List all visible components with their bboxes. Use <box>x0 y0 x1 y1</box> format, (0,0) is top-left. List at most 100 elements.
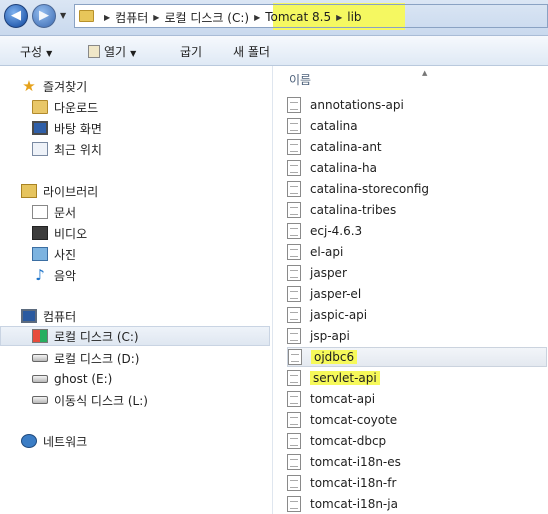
nav-item-label: 사진 <box>54 247 77 262</box>
chevron-right-icon[interactable]: ▶ <box>104 13 110 22</box>
jar-file-icon <box>287 286 301 302</box>
chevron-down-icon: ▼ <box>46 49 53 58</box>
file-name: jasper <box>310 266 347 280</box>
file-name: tomcat-api <box>310 392 376 406</box>
file-row[interactable]: jasper <box>287 263 547 283</box>
file-name: catalina-tribes <box>310 203 397 217</box>
burn-label: 굽기 <box>180 45 203 59</box>
breadcrumb: ▶ 컴퓨터 ▶ 로컬 디스크 (C:) ▶ Tomcat 8.5 ▶ lib <box>99 8 362 26</box>
nav-favorites[interactable]: ★ 즐겨찾기 <box>21 76 293 96</box>
jar-file-icon <box>287 475 301 491</box>
file-row[interactable]: jasper-el <box>287 284 547 304</box>
file-row[interactable]: catalina-ha <box>287 158 547 178</box>
nav-item-documents[interactable]: 문서 <box>32 202 304 222</box>
nav-item-pictures[interactable]: 사진 <box>32 244 304 264</box>
open-button[interactable]: 열기 ▼ <box>88 43 136 60</box>
nav-network-label: 네트워크 <box>43 434 88 449</box>
breadcrumb-computer[interactable]: 컴퓨터 <box>115 9 148 26</box>
nav-libraries-label: 라이브러리 <box>43 184 99 199</box>
file-name: ojdbc6 <box>311 350 358 364</box>
recent-pages-dropdown[interactable]: ▼ <box>60 11 66 20</box>
recent-places-icon <box>32 142 48 156</box>
file-row[interactable]: tomcat-dbcp <box>287 431 547 451</box>
jar-file-icon <box>287 202 301 218</box>
nav-item-removable-l[interactable]: 이동식 디스크 (L:) <box>32 390 304 410</box>
jar-file-icon <box>287 328 301 344</box>
documents-icon <box>32 205 48 219</box>
burn-button[interactable]: 굽기 <box>180 43 202 60</box>
file-row[interactable]: annotations-api <box>287 95 547 115</box>
file-name: catalina-ant <box>310 140 382 154</box>
hard-drive-icon <box>32 375 48 383</box>
file-row[interactable]: jaspic-api <box>287 305 547 325</box>
file-name: jaspic-api <box>310 308 368 322</box>
chevron-right-icon[interactable]: ▶ <box>336 13 342 22</box>
file-row[interactable]: el-api <box>287 242 547 262</box>
nav-item-label: 비디오 <box>54 226 88 241</box>
jar-file-icon <box>287 118 301 134</box>
file-name: catalina-ha <box>310 161 377 175</box>
file-row[interactable]: catalina <box>287 116 547 136</box>
back-button[interactable]: ◀ <box>4 4 28 28</box>
file-row[interactable]: catalina-storeconfig <box>287 179 547 199</box>
file-row[interactable]: servlet-api <box>287 368 547 388</box>
column-header-name[interactable]: ▲ 이름 <box>289 69 427 88</box>
nav-item-recent-places[interactable]: 최근 위치 <box>32 139 304 159</box>
nav-item-videos[interactable]: 비디오 <box>32 223 304 243</box>
jar-file-icon <box>287 307 301 323</box>
jar-file-icon <box>287 223 301 239</box>
file-name: tomcat-i18n-ja <box>310 497 398 511</box>
nav-item-label: 음악 <box>54 268 77 283</box>
file-row[interactable]: tomcat-i18n-fr <box>287 473 547 493</box>
nav-item-label: 문서 <box>54 205 77 220</box>
chevron-right-icon[interactable]: ▶ <box>153 13 159 22</box>
desktop-icon <box>32 121 48 135</box>
file-row[interactable]: ojdbc6 <box>287 347 547 367</box>
forward-button[interactable]: ▶ <box>32 4 56 28</box>
nav-item-desktop[interactable]: 바탕 화면 <box>32 118 304 138</box>
jar-file-icon <box>287 181 301 197</box>
nav-item-local-disk-c[interactable]: 로컬 디스크 (C:) <box>0 326 270 346</box>
hard-drive-icon <box>32 354 48 362</box>
nav-item-label: 최근 위치 <box>54 142 102 157</box>
removable-drive-icon <box>32 396 48 404</box>
file-row[interactable]: catalina-tribes <box>287 200 547 220</box>
chevron-up-icon: ▲ <box>422 69 428 77</box>
nav-libraries[interactable]: 라이브러리 <box>21 181 293 201</box>
windows-drive-icon <box>32 329 48 343</box>
file-name: tomcat-dbcp <box>310 434 387 448</box>
nav-item-music[interactable]: ♪ 음악 <box>32 265 304 285</box>
address-bar-strip: ◀ ▶ ▼ ▶ 컴퓨터 ▶ 로컬 디스크 (C:) ▶ Tomcat 8.5 ▶… <box>0 0 548 36</box>
file-row[interactable]: tomcat-api <box>287 389 547 409</box>
jar-file-icon <box>287 139 301 155</box>
pictures-icon <box>32 247 48 261</box>
file-row[interactable]: ecj-4.6.3 <box>287 221 547 241</box>
breadcrumb-lib[interactable]: lib <box>347 10 361 24</box>
nav-network[interactable]: 네트워크 <box>21 431 293 451</box>
music-note-icon: ♪ <box>35 266 45 284</box>
nav-item-downloads[interactable]: 다운로드 <box>32 97 304 117</box>
file-name: el-api <box>310 245 344 259</box>
file-row[interactable]: tomcat-coyote <box>287 410 547 430</box>
nav-computer[interactable]: 컴퓨터 <box>21 306 293 326</box>
computer-icon <box>21 309 37 323</box>
address-bar[interactable]: ▶ 컴퓨터 ▶ 로컬 디스크 (C:) ▶ Tomcat 8.5 ▶ lib <box>74 4 548 28</box>
chevron-right-icon[interactable]: ▶ <box>254 13 260 22</box>
organize-button[interactable]: 구성 ▼ <box>20 43 52 60</box>
file-row[interactable]: tomcat-i18n-es <box>287 452 547 472</box>
new-folder-button[interactable]: 새 폴더 <box>233 43 270 60</box>
file-row[interactable]: jsp-api <box>287 326 547 346</box>
nav-item-local-disk-d[interactable]: 로컬 디스크 (D:) <box>32 348 304 368</box>
file-row[interactable]: catalina-ant <box>287 137 547 157</box>
nav-item-label: 다운로드 <box>54 100 99 115</box>
file-name: tomcat-coyote <box>310 413 398 427</box>
nav-item-ghost-e[interactable]: ghost (E:) <box>32 369 304 389</box>
breadcrumb-local-disk-c[interactable]: 로컬 디스크 (C:) <box>164 9 249 26</box>
jar-file-icon <box>287 496 301 512</box>
nav-item-label: 로컬 디스크 (C:) <box>54 329 139 344</box>
videos-icon <box>32 226 48 240</box>
breadcrumb-tomcat[interactable]: Tomcat 8.5 <box>265 10 331 24</box>
jar-file-icon <box>287 454 301 470</box>
file-name: servlet-api <box>310 371 380 385</box>
file-row[interactable]: tomcat-i18n-ja <box>287 494 547 514</box>
